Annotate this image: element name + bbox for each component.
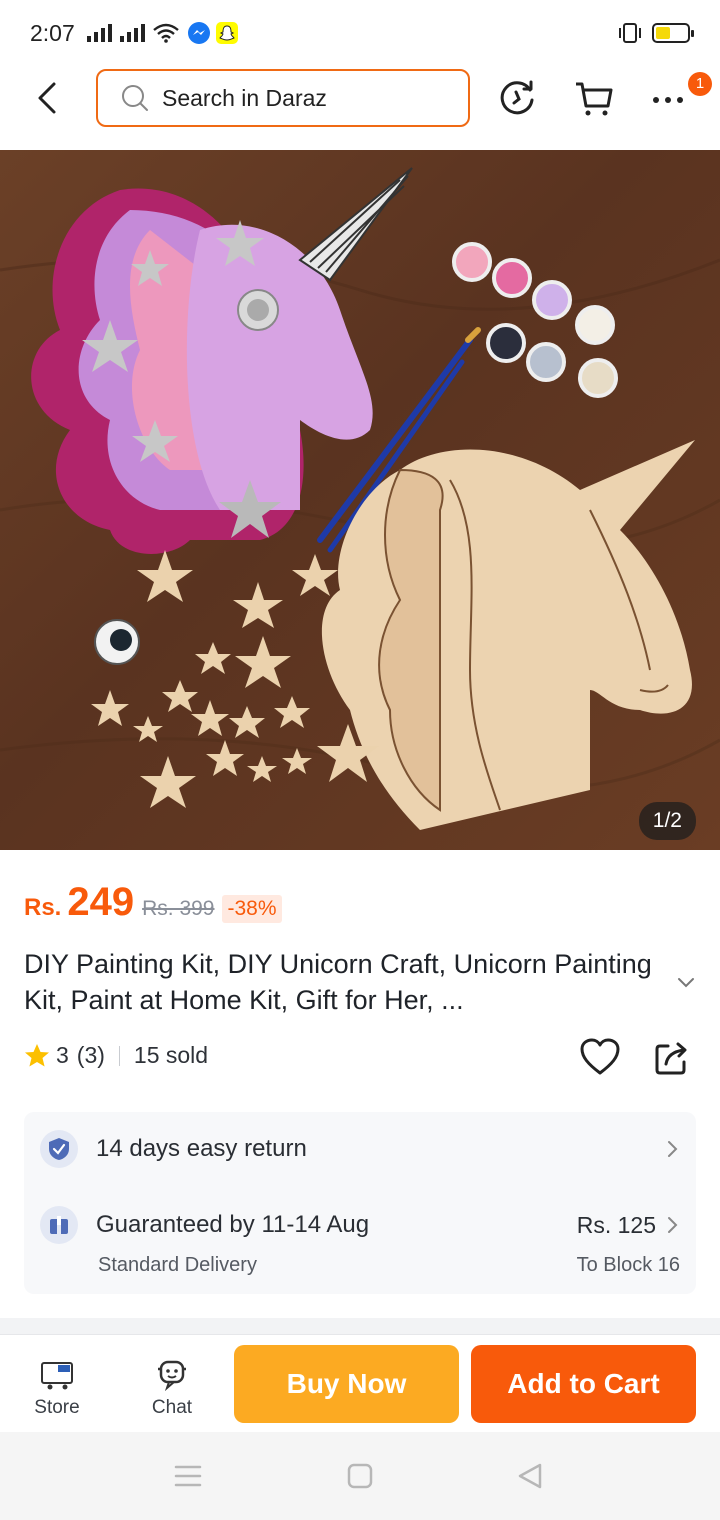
chat-label: Chat — [151, 1397, 193, 1418]
rating-divider — [118, 1045, 120, 1066]
discount-badge: -38% — [222, 895, 282, 923]
vibrate-icon — [619, 23, 641, 43]
search-input[interactable]: Search in Daraz — [96, 69, 470, 127]
paint-pots — [452, 242, 618, 398]
signal-icon-2 — [119, 24, 145, 42]
product-title[interactable]: DIY Painting Kit, DIY Unicorn Craft, Uni… — [24, 946, 664, 1018]
signal-icon — [86, 24, 112, 42]
history-icon[interactable] — [498, 78, 538, 118]
section-divider — [0, 1318, 720, 1334]
chevron-down-icon[interactable] — [676, 975, 696, 989]
add-to-cart-button[interactable]: Add to Cart — [471, 1345, 696, 1423]
share-icon[interactable] — [654, 1040, 690, 1076]
delivery-price: Rs. 125 — [576, 1211, 656, 1238]
status-time: 2:07 — [30, 19, 75, 46]
more-dots-icon — [653, 97, 683, 103]
search-icon — [122, 85, 148, 111]
original-price: Rs. 399 — [142, 897, 215, 920]
image-counter: 1/2 — [638, 802, 696, 840]
shield-check-icon — [40, 1130, 78, 1168]
return-policy-row[interactable]: 14 days easy return — [40, 1130, 680, 1168]
chat-button[interactable]: Chat — [132, 1359, 212, 1419]
product-image[interactable]: 1/2 — [0, 150, 720, 850]
back-arrow-icon[interactable] — [30, 80, 66, 116]
store-icon — [41, 1362, 73, 1390]
rating-value: 3 — [56, 1042, 69, 1068]
home-icon[interactable] — [346, 1463, 374, 1489]
status-right — [616, 22, 694, 44]
rating-count: (3) — [76, 1042, 105, 1068]
battery-icon — [652, 23, 694, 43]
search-placeholder: Search in Daraz — [162, 84, 327, 111]
sold-count: 15 sold — [133, 1042, 209, 1068]
back-nav-icon[interactable] — [516, 1462, 544, 1490]
header: Search in Daraz 1 — [0, 66, 720, 148]
heart-icon[interactable] — [580, 1038, 620, 1076]
delivery-location: To Block 16 — [576, 1254, 680, 1276]
unicorn-kit-photo — [0, 167, 720, 830]
delivery-guarantee: Guaranteed by 11-14 Aug — [96, 1211, 370, 1238]
status-bar: 2:07 — [0, 0, 720, 66]
wifi-icon — [152, 23, 179, 43]
bottom-action-bar: Store Chat Buy Now Add to Cart — [0, 1334, 720, 1432]
service-card: 14 days easy return Guaranteed by 11-14 … — [24, 1112, 696, 1294]
chat-icon — [158, 1360, 186, 1391]
buy-now-button[interactable]: Buy Now — [234, 1345, 459, 1423]
system-nav-bar — [0, 1432, 720, 1520]
price-row: Rs. 249 Rs. 399 -38% — [24, 880, 282, 925]
cart-icon[interactable] — [574, 78, 614, 118]
delivery-box-icon — [40, 1206, 78, 1244]
recent-apps-icon[interactable] — [174, 1464, 202, 1488]
currency-label: Rs. — [24, 894, 62, 921]
chevron-right-icon — [668, 1217, 678, 1233]
more-menu-button[interactable]: 1 — [650, 72, 712, 118]
delivery-row[interactable]: Guaranteed by 11-14 Aug Rs. 125 — [40, 1206, 680, 1244]
star-icon — [25, 1043, 49, 1066]
notification-badge: 1 — [688, 72, 712, 96]
rating-row[interactable]: 3 (3) 15 sold — [24, 1042, 208, 1069]
return-policy-text: 14 days easy return — [96, 1135, 307, 1162]
delivery-type: Standard Delivery — [98, 1254, 257, 1276]
store-button[interactable]: Store — [17, 1359, 97, 1419]
messenger-icon — [187, 22, 210, 44]
current-price: 249 — [67, 880, 135, 924]
store-label: Store — [34, 1397, 80, 1418]
chevron-right-icon — [668, 1141, 678, 1157]
snapchat-icon — [215, 22, 238, 44]
